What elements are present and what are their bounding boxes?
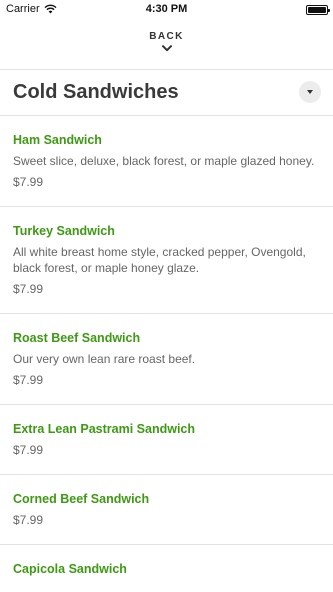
menu-item-list: Ham Sandwich Sweet slice, deluxe, black … (0, 116, 333, 592)
chevron-down-icon (161, 45, 172, 52)
menu-item[interactable]: Turkey Sandwich All white breast home st… (0, 207, 333, 314)
menu-item-name: Capicola Sandwich (13, 562, 127, 576)
status-bar: Carrier 4:30 PM (0, 0, 333, 20)
menu-item-price: $7.99 (13, 373, 44, 387)
menu-item-name: Corned Beef Sandwich (13, 492, 150, 506)
menu-item-price: $7.99 (13, 513, 44, 527)
menu-item-name: Turkey Sandwich (13, 224, 115, 238)
menu-item-name: Ham Sandwich (13, 133, 102, 147)
back-button[interactable]: BACK (0, 20, 333, 70)
section-header: Cold Sandwiches (0, 70, 333, 116)
menu-item-price: $7.99 (13, 175, 44, 189)
menu-item-name: Roast Beef Sandwich (13, 331, 141, 345)
menu-item[interactable]: Capicola Sandwich (0, 545, 333, 592)
menu-item-description: All white breast home style, cracked pep… (13, 245, 306, 275)
menu-item[interactable]: Extra Lean Pastrami Sandwich $7.99 (0, 405, 333, 475)
menu-item-price: $7.99 (13, 282, 44, 296)
section-title: Cold Sandwiches (13, 81, 179, 103)
caret-down-icon (307, 90, 313, 94)
menu-item[interactable]: Ham Sandwich Sweet slice, deluxe, black … (0, 116, 333, 207)
menu-item-name: Extra Lean Pastrami Sandwich (13, 422, 196, 436)
menu-item[interactable]: Roast Beef Sandwich Our very own lean ra… (0, 314, 333, 405)
menu-item-description: Our very own lean rare roast beef. (13, 352, 196, 366)
battery-icon (306, 5, 330, 15)
back-label: BACK (149, 31, 184, 42)
status-time: 4:30 PM (145, 3, 188, 15)
menu-item-price: $7.99 (13, 443, 44, 457)
menu-item[interactable]: Corned Beef Sandwich $7.99 (0, 475, 333, 545)
collapse-section-button[interactable] (299, 81, 321, 103)
menu-item-description: Sweet slice, deluxe, black forest, or ma… (13, 154, 315, 168)
status-right (306, 5, 330, 15)
